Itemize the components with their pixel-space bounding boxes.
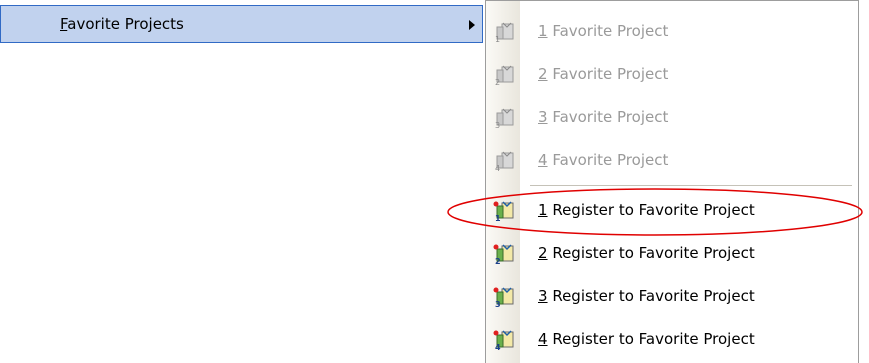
menu-item-label-text: Favorite Project [547,108,669,126]
menu-item-label: 2 Register to Favorite Project [538,244,755,262]
menu-item-label-text: Favorite Project [547,151,669,169]
accelerator-key: 4 [538,151,548,169]
submenu-arrow-icon [469,20,475,30]
menu-item-label: 3 Register to Favorite Project [538,287,755,305]
menu-item-label: 4 Favorite Project [538,151,668,169]
menu-item-favorite-project-4[interactable]: 4 4 Favorite Project [486,140,858,182]
menu-item-label: 3 Favorite Project [538,108,668,126]
svg-text:2: 2 [495,78,500,86]
register-favorite-project-icon: 1 [493,201,514,222]
menu-item-register-favorite-1[interactable]: 1 1 Register to Favorite Project [486,190,858,232]
svg-text:1: 1 [495,35,500,43]
menu-item-favorite-projects[interactable]: Favorite Projects [0,5,483,43]
menu-item-register-favorite-2[interactable]: 2 2 Register to Favorite Project [486,233,858,275]
accelerator-key: 1 [538,201,548,219]
accelerator-key: 2 [538,65,548,83]
favorite-project-icon: 3 [495,108,514,129]
svg-text:4: 4 [495,343,501,351]
svg-text:4: 4 [495,164,500,172]
accelerator-key: 3 [538,108,548,126]
svg-text:1: 1 [495,214,501,222]
menu-item-label-text: Register to Favorite Project [547,201,755,219]
favorite-project-icon: 2 [495,65,514,86]
accelerator-key: 1 [538,22,548,40]
register-favorite-project-icon: 2 [493,244,514,265]
menu-item-label-text: Register to Favorite Project [547,287,755,305]
menu-separator [530,185,852,186]
favorite-project-icon: 1 [495,22,514,43]
menu-item-label: 2 Favorite Project [538,65,668,83]
favorite-projects-submenu: 1 1 Favorite Project 2 2 Favorite Projec… [485,0,859,363]
accelerator-key: 4 [538,330,548,348]
menu-item-label-text: Favorite Project [547,22,669,40]
menu-item-label-text: Register to Favorite Project [547,244,755,262]
svg-text:3: 3 [495,300,501,308]
register-favorite-project-icon: 4 [493,330,514,351]
menu-item-label: 1 Favorite Project [538,22,668,40]
menu-item-label: 1 Register to Favorite Project [538,201,755,219]
menu-item-label: 4 Register to Favorite Project [538,330,755,348]
menu-item-label-text: avorite Projects [67,15,184,33]
accelerator-key: 2 [538,244,548,262]
menu-item-label: Favorite Projects [60,15,184,33]
accelerator-key: 3 [538,287,548,305]
svg-text:3: 3 [495,121,500,129]
svg-text:2: 2 [495,257,501,265]
menu-item-favorite-project-1[interactable]: 1 1 Favorite Project [486,11,858,53]
register-favorite-project-icon: 3 [493,287,514,308]
favorite-project-icon: 4 [495,151,514,172]
menu-item-label-text: Register to Favorite Project [547,330,755,348]
menu-item-label-text: Favorite Project [547,65,669,83]
menu-item-favorite-project-2[interactable]: 2 2 Favorite Project [486,54,858,96]
menu-item-favorite-project-3[interactable]: 3 3 Favorite Project [486,97,858,139]
menu-item-register-favorite-4[interactable]: 4 4 Register to Favorite Project [486,319,858,361]
menu-item-register-favorite-3[interactable]: 3 3 Register to Favorite Project [486,276,858,318]
menu-stage: Favorite Projects 1 1 Favorite Project 2… [0,0,869,363]
